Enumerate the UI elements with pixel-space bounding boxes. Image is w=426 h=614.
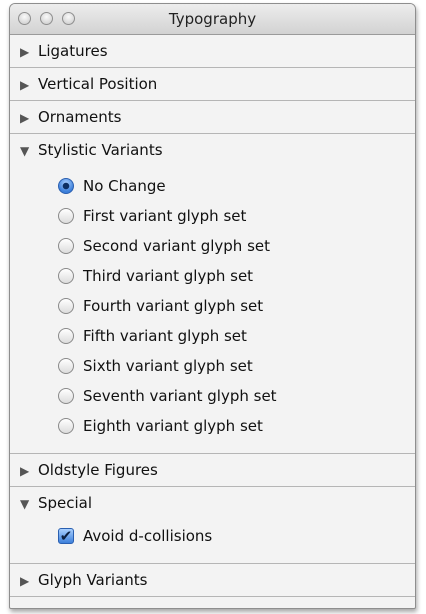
radio-option-no-change[interactable]: No Change	[10, 171, 415, 201]
radio-button[interactable]	[58, 358, 74, 374]
stylistic-variants-radio-group: No Change First variant glyph set Second…	[10, 166, 415, 453]
special-disclosure[interactable]: ▼ Special	[10, 487, 415, 519]
section-label: Ornaments	[38, 108, 122, 126]
checkbox-label: Avoid d-collisions	[83, 527, 213, 545]
radio-label: Third variant glyph set	[83, 267, 254, 285]
radio-label: Fifth variant glyph set	[83, 327, 247, 345]
radio-option-fourth-variant[interactable]: Fourth variant glyph set	[10, 291, 415, 321]
radio-label: First variant glyph set	[83, 207, 247, 225]
section-ornaments: ▶ Ornaments	[10, 101, 415, 134]
radio-label: Seventh variant glyph set	[83, 387, 277, 405]
section-label: Oldstyle Figures	[38, 461, 158, 479]
radio-button[interactable]	[58, 298, 74, 314]
section-label: Ligatures	[38, 42, 108, 60]
section-label: Vertical Position	[38, 75, 158, 93]
section-vertical-position: ▶ Vertical Position	[10, 68, 415, 101]
disclosure-triangle-collapsed-icon: ▶	[20, 574, 30, 588]
disclosure-triangle-collapsed-icon: ▶	[20, 45, 30, 59]
radio-option-second-variant[interactable]: Second variant glyph set	[10, 231, 415, 261]
radio-button[interactable]	[58, 268, 74, 284]
radio-button[interactable]	[58, 418, 74, 434]
avoid-d-collisions-option[interactable]: ✔ Avoid d-collisions	[10, 521, 415, 551]
avoid-d-collisions-checkbox[interactable]: ✔	[58, 528, 74, 544]
disclosure-triangle-collapsed-icon: ▶	[20, 111, 30, 125]
radio-label: Sixth variant glyph set	[83, 357, 253, 375]
section-label: Special	[38, 494, 93, 512]
radio-label: No Change	[83, 177, 166, 195]
oldstyle-figures-disclosure[interactable]: ▶ Oldstyle Figures	[10, 454, 415, 486]
radio-option-first-variant[interactable]: First variant glyph set	[10, 201, 415, 231]
section-ligatures: ▶ Ligatures	[10, 35, 415, 68]
radio-option-third-variant[interactable]: Third variant glyph set	[10, 261, 415, 291]
section-label: Glyph Variants	[38, 571, 148, 589]
vertical-position-disclosure[interactable]: ▶ Vertical Position	[10, 68, 415, 100]
radio-button[interactable]	[58, 388, 74, 404]
ornaments-disclosure[interactable]: ▶ Ornaments	[10, 101, 415, 133]
radio-option-eighth-variant[interactable]: Eighth variant glyph set	[10, 411, 415, 441]
title-bar: Typography	[10, 4, 415, 35]
typography-window: Typography ▶ Ligatures ▶ Vertical Position…	[9, 3, 416, 609]
radio-label: Second variant glyph set	[83, 237, 271, 255]
radio-button[interactable]	[58, 238, 74, 254]
radio-label: Fourth variant glyph set	[83, 297, 264, 315]
radio-button[interactable]	[58, 328, 74, 344]
section-oldstyle-figures: ▶ Oldstyle Figures	[10, 454, 415, 487]
window-title: Typography	[168, 10, 257, 28]
section-glyph-variants: ▶ Glyph Variants	[10, 564, 415, 597]
disclosure-triangle-collapsed-icon: ▶	[20, 464, 30, 478]
glyph-variants-disclosure[interactable]: ▶ Glyph Variants	[10, 564, 415, 596]
disclosure-triangle-expanded-icon: ▼	[20, 144, 30, 158]
section-label: Stylistic Variants	[38, 141, 163, 159]
ligatures-disclosure[interactable]: ▶ Ligatures	[10, 35, 415, 67]
radio-option-fifth-variant[interactable]: Fifth variant glyph set	[10, 321, 415, 351]
radio-option-sixth-variant[interactable]: Sixth variant glyph set	[10, 351, 415, 381]
radio-label: Eighth variant glyph set	[83, 417, 263, 435]
section-stylistic-variants: ▼ Stylistic Variants No Change First vari…	[10, 134, 415, 454]
radio-option-seventh-variant[interactable]: Seventh variant glyph set	[10, 381, 415, 411]
radio-button-selected[interactable]	[58, 178, 74, 194]
stylistic-variants-disclosure[interactable]: ▼ Stylistic Variants	[10, 134, 415, 166]
disclosure-triangle-expanded-icon: ▼	[20, 497, 30, 511]
disclosure-triangle-collapsed-icon: ▶	[20, 78, 30, 92]
section-special: ▼ Special ✔ Avoid d-collisions	[10, 487, 415, 564]
radio-button[interactable]	[58, 208, 74, 224]
special-options: ✔ Avoid d-collisions	[10, 519, 415, 563]
